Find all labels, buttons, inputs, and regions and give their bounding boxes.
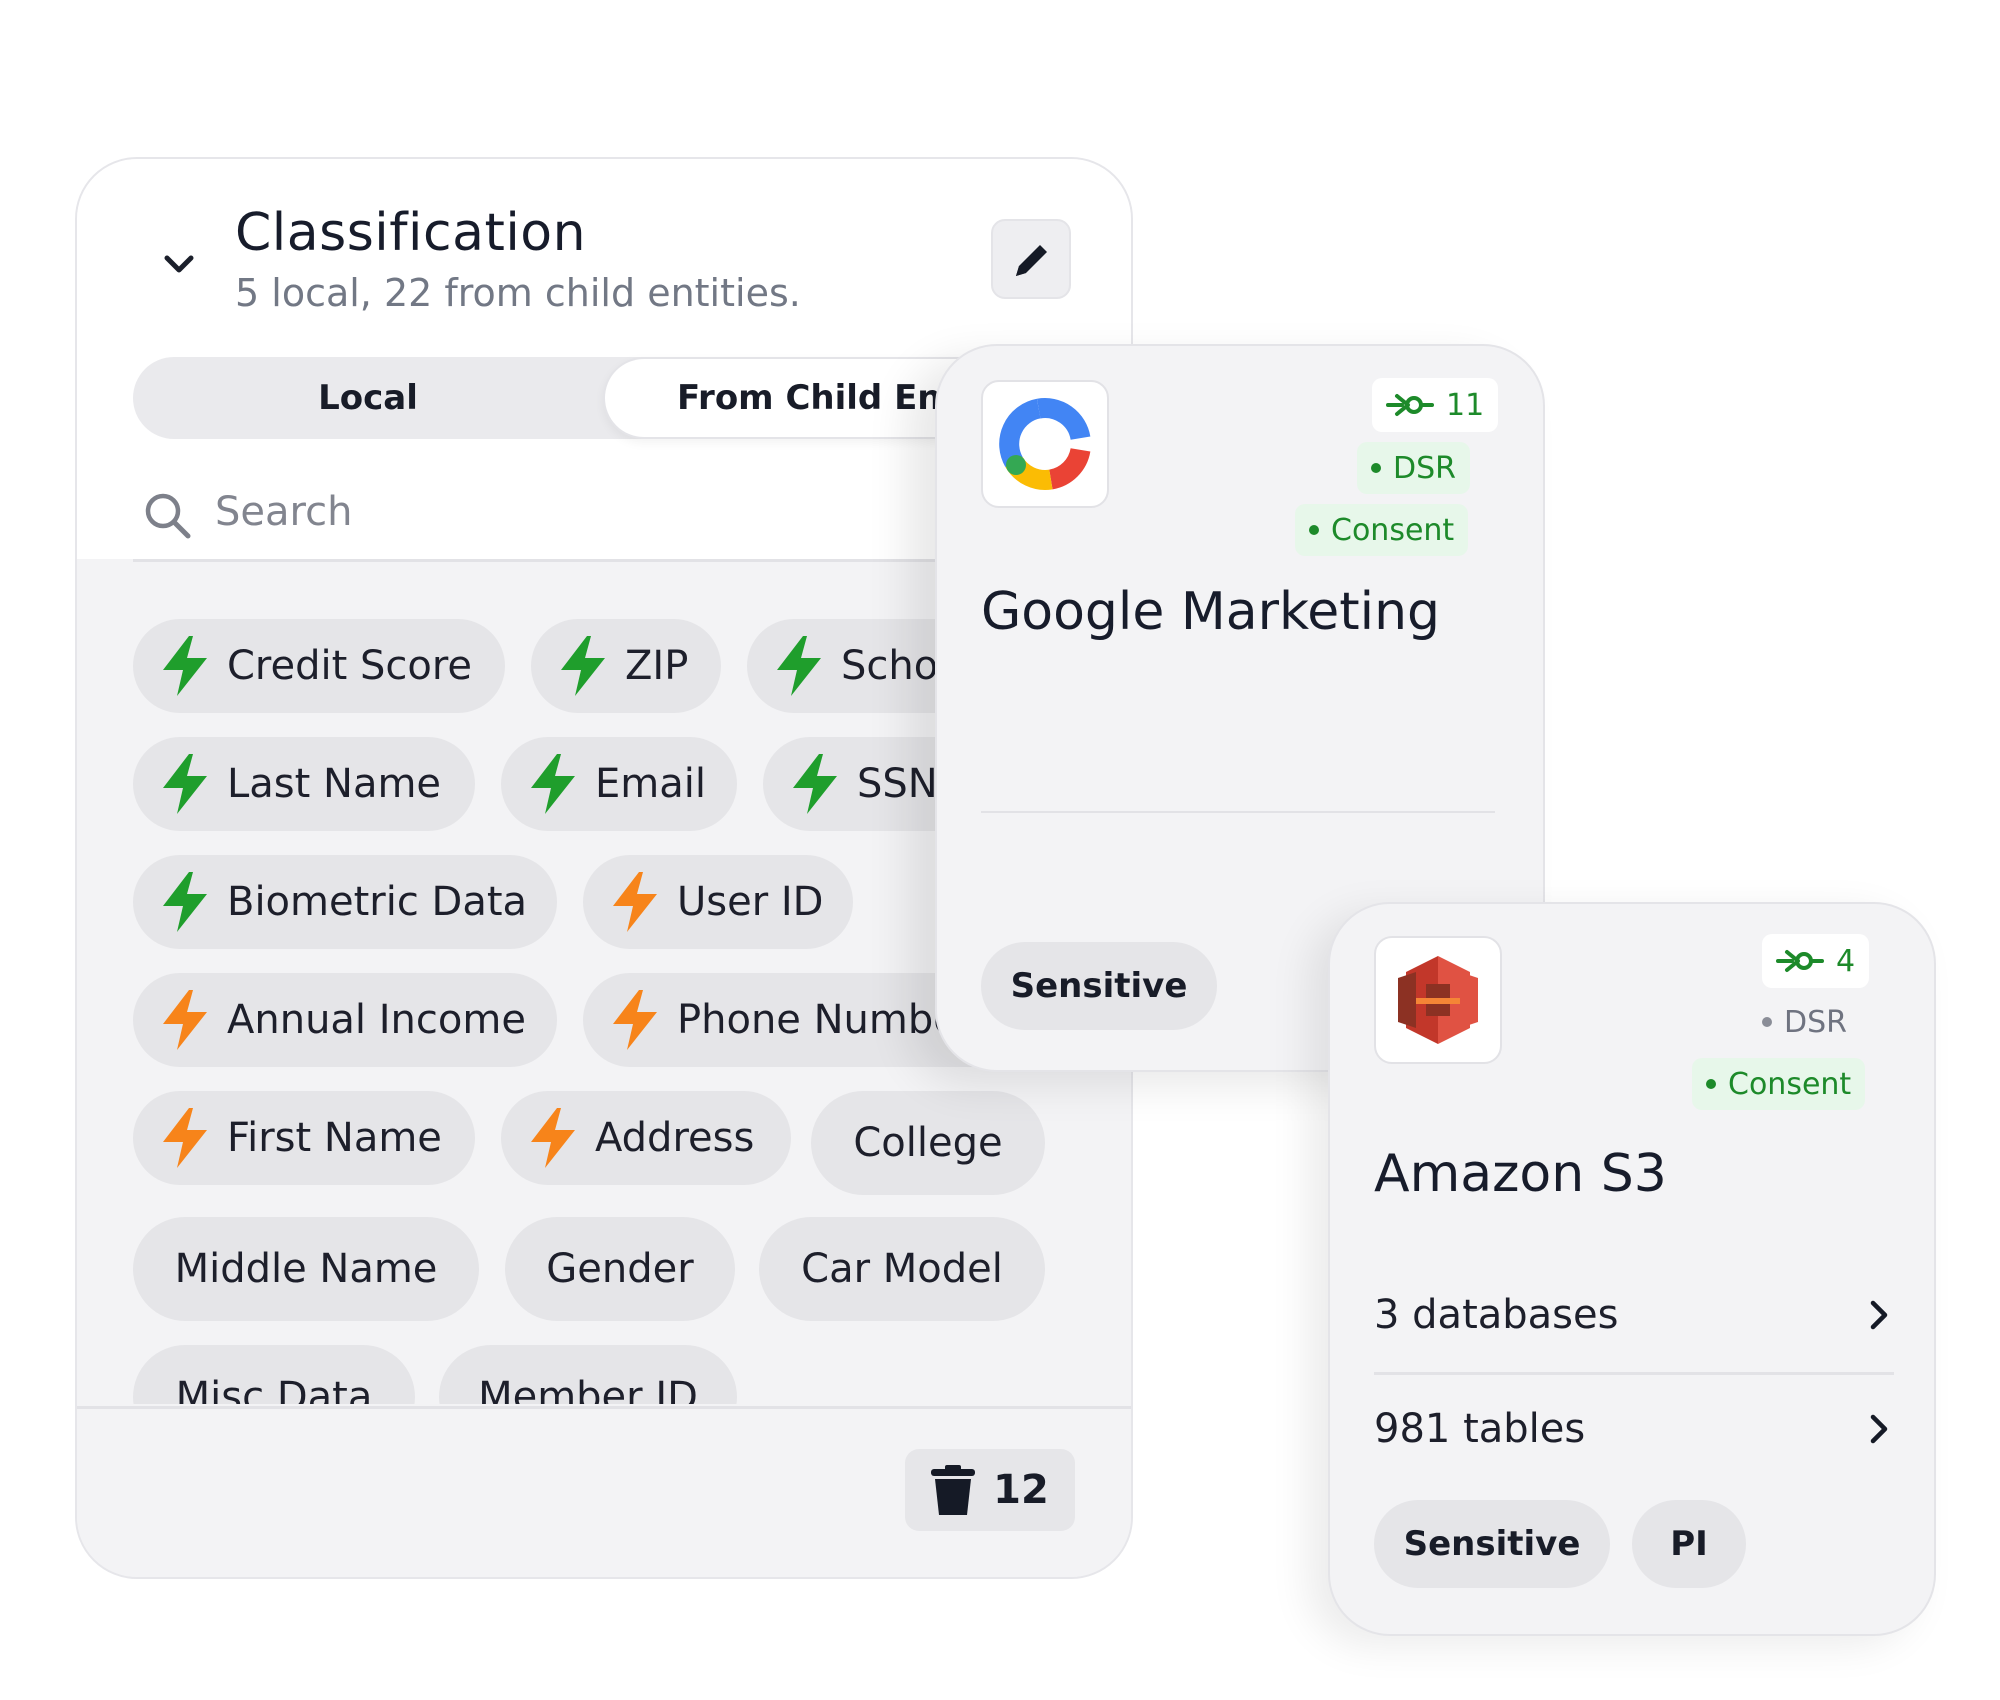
amazon-s3-logo-icon — [1398, 956, 1478, 1044]
amazon-s3-card[interactable]: 4 DSR Consent Amazon S3 3 databases 981 … — [1328, 902, 1936, 1636]
consent-label: Consent — [1331, 512, 1455, 548]
bolt-green-icon — [561, 636, 605, 696]
bolt-green-icon — [531, 754, 575, 814]
tag-label: Phone Numbe — [677, 997, 958, 1043]
tag-label: Scho — [841, 643, 939, 689]
tag-chip[interactable]: ZIP — [531, 619, 721, 713]
bolt-orange-icon — [163, 990, 207, 1050]
bolt-green-icon — [163, 754, 207, 814]
search-input[interactable] — [213, 481, 917, 543]
connections-badge: 4 — [1762, 934, 1870, 988]
edit-button[interactable] — [991, 219, 1071, 299]
tag-chip[interactable]: Last Name — [133, 737, 475, 831]
connection-icon — [1776, 950, 1824, 972]
sensitive-tag[interactable]: Sensitive — [1374, 1500, 1610, 1588]
dsr-label: DSR — [1784, 1004, 1847, 1040]
chevron-right-icon — [1870, 1300, 1888, 1330]
dsr-dot — [1762, 1017, 1772, 1027]
connections-count: 11 — [1446, 387, 1485, 423]
tab-local[interactable]: Local — [133, 357, 603, 439]
tag-label: Last Name — [227, 761, 442, 807]
search-icon — [145, 493, 191, 539]
bolt-green-icon — [777, 636, 821, 696]
classification-title: Classification — [235, 203, 587, 263]
tag-label: User ID — [677, 879, 824, 925]
tag-label: Credit Score — [227, 643, 473, 689]
amazon-card-divider — [1374, 1372, 1894, 1375]
dsr-dot — [1371, 463, 1381, 473]
tag-chip[interactable]: Middle Name — [133, 1217, 479, 1321]
databases-label: 3 databases — [1374, 1292, 1619, 1338]
tag-label: Middle Name — [174, 1246, 438, 1292]
sensitive-tag[interactable]: Sensitive — [981, 942, 1217, 1030]
tag-chip[interactable]: Car Model — [759, 1217, 1045, 1321]
google-card-divider — [981, 811, 1495, 813]
dsr-label: DSR — [1393, 450, 1456, 486]
amazon-logo-box — [1374, 936, 1502, 1064]
tag-label: Gender — [546, 1246, 694, 1292]
tag-label: ZIP — [625, 643, 689, 689]
tables-row[interactable]: 981 tables — [1374, 1384, 1894, 1474]
amazon-card-title: Amazon S3 — [1374, 1144, 1667, 1204]
tag-label: Annual Income — [227, 997, 526, 1043]
chevron-right-icon — [1870, 1414, 1888, 1444]
pencil-icon — [1016, 245, 1047, 276]
pi-tag[interactable]: PI — [1632, 1500, 1746, 1588]
google-marketing-logo-icon — [999, 398, 1091, 490]
bolt-green-icon — [163, 872, 207, 932]
tag-chip[interactable]: User ID — [583, 855, 853, 949]
tag-label: Email — [595, 761, 706, 807]
consent-badge: Consent — [1295, 504, 1469, 556]
dsr-badge: DSR — [1748, 996, 1861, 1048]
google-logo-box — [981, 380, 1109, 508]
tag-label: College — [853, 1120, 1003, 1166]
bolt-orange-icon — [163, 1108, 207, 1168]
connections-badge: 11 — [1372, 378, 1499, 432]
chevron-down-icon[interactable] — [157, 243, 201, 287]
trash-icon — [931, 1465, 976, 1515]
tables-label: 981 tables — [1374, 1406, 1586, 1452]
tag-label: Address — [595, 1115, 755, 1161]
tag-chip[interactable]: First Name — [133, 1091, 475, 1185]
consent-badge: Consent — [1692, 1058, 1866, 1110]
tag-chip[interactable]: Address — [501, 1091, 791, 1185]
footer-divider — [77, 1406, 1131, 1409]
tag-chip[interactable]: Credit Score — [133, 619, 505, 713]
consent-dot — [1706, 1079, 1716, 1089]
tag-label: Car Model — [801, 1246, 1003, 1292]
trash-button[interactable]: 12 — [905, 1449, 1075, 1531]
bolt-orange-icon — [613, 990, 657, 1050]
tag-label: First Name — [227, 1115, 442, 1161]
tag-label: Biometric Data — [227, 879, 528, 925]
tag-chip[interactable]: Gender — [505, 1217, 735, 1321]
tag-label: SSN — [857, 761, 938, 807]
tag-chip[interactable]: Annual Income — [133, 973, 557, 1067]
bolt-green-icon — [793, 754, 837, 814]
google-card-title: Google Marketing — [981, 582, 1441, 642]
bolt-green-icon — [163, 636, 207, 696]
trash-count: 12 — [993, 1467, 1049, 1513]
connections-count: 4 — [1836, 943, 1856, 979]
classification-subtitle: 5 local, 22 from child entities. — [235, 271, 801, 315]
tag-chip[interactable]: Email — [501, 737, 737, 831]
bolt-orange-icon — [613, 872, 657, 932]
databases-row[interactable]: 3 databases — [1374, 1270, 1894, 1360]
bolt-orange-icon — [531, 1108, 575, 1168]
consent-label: Consent — [1728, 1066, 1852, 1102]
connection-icon — [1386, 394, 1434, 416]
tag-chip[interactable]: Biometric Data — [133, 855, 557, 949]
dsr-badge: DSR — [1357, 442, 1470, 494]
consent-dot — [1309, 525, 1319, 535]
tag-chip[interactable]: College — [811, 1091, 1045, 1195]
